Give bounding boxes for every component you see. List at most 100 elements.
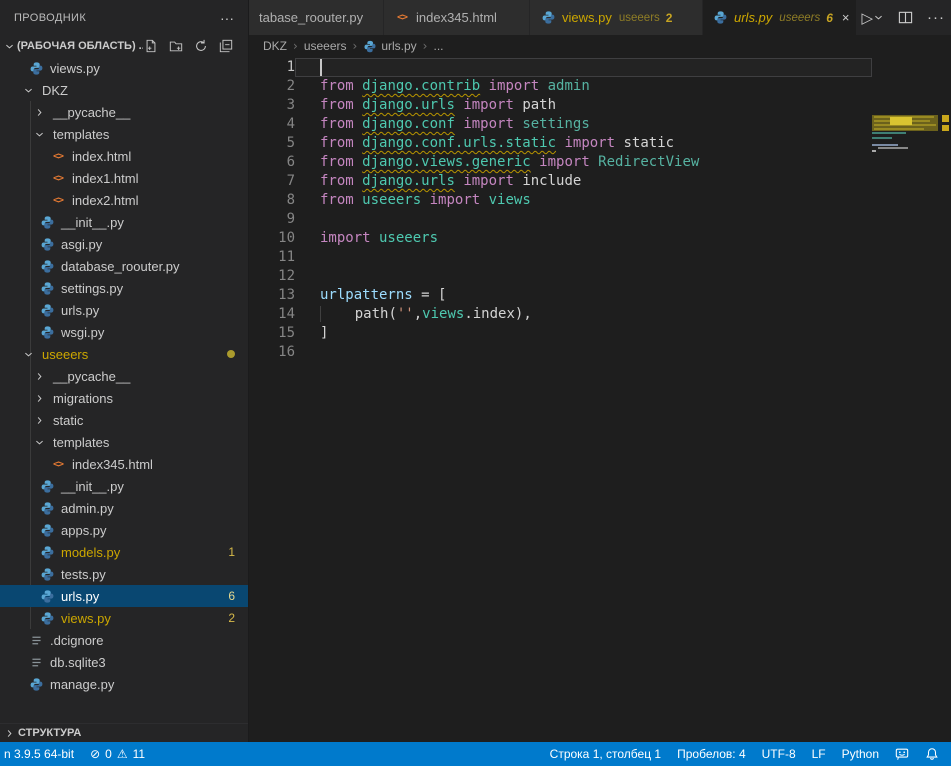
breadcrumb-more[interactable]: ...	[433, 39, 443, 53]
tree-item-label: manage.py	[50, 677, 114, 692]
code-line-9[interactable]	[295, 210, 872, 229]
tree-item--dcignore[interactable]: .dcignore	[0, 629, 248, 651]
tree-item-models-py[interactable]: models.py1	[0, 541, 248, 563]
split-editor-icon[interactable]	[898, 10, 913, 25]
code-token: import	[463, 116, 514, 132]
tree-item-tests-py[interactable]: tests.py	[0, 563, 248, 585]
code-token: from	[320, 173, 362, 189]
code-line-12[interactable]	[295, 267, 872, 286]
code-token: import	[564, 135, 615, 151]
tree-folder-static[interactable]: static	[0, 409, 248, 431]
workspace-section-header[interactable]: (РАБОЧАЯ ОБЛАСТЬ) ...	[0, 35, 248, 57]
line-number: 1	[249, 58, 295, 77]
tree-folder-dkz[interactable]: DKZ	[0, 79, 248, 101]
explorer-more-actions-icon[interactable]: ···	[220, 10, 234, 26]
code-token: path	[514, 97, 556, 113]
chevron-right-icon	[31, 415, 47, 426]
tree-item-views-py[interactable]: views.py	[0, 57, 248, 79]
code-line-3[interactable]: from django.urls import path	[295, 96, 872, 115]
code-line-7[interactable]: from django.urls import include	[295, 172, 872, 191]
tree-item-views-py[interactable]: views.py2	[0, 607, 248, 629]
tab-urls-py[interactable]: urls.pyuseeers6×	[703, 0, 857, 35]
code-line-13[interactable]: urlpatterns = [	[295, 286, 872, 305]
tree-item-label: __pycache__	[53, 105, 130, 120]
tree-item-index1-html[interactable]: <>index1.html	[0, 167, 248, 189]
code-line-1[interactable]	[295, 58, 872, 77]
file-icon	[28, 656, 44, 669]
minimap[interactable]	[872, 114, 938, 742]
cursor-position-status[interactable]: Строка 1, столбец 1	[542, 742, 669, 766]
tab-tabase-roouter-py[interactable]: tabase_roouter.py	[249, 0, 384, 35]
close-icon[interactable]: ×	[842, 10, 850, 25]
collapse-all-icon[interactable]	[218, 38, 234, 54]
tree-folder-templates[interactable]: templates	[0, 431, 248, 453]
code-line-15[interactable]: ]	[295, 324, 872, 343]
code-token: path	[355, 306, 389, 322]
tree-item-settings-py[interactable]: settings.py	[0, 277, 248, 299]
code-line-11[interactable]	[295, 248, 872, 267]
code-token: django.contrib	[362, 78, 480, 94]
tree-item-database-roouter-py[interactable]: database_roouter.py	[0, 255, 248, 277]
tree-item-asgi-py[interactable]: asgi.py	[0, 233, 248, 255]
tree-item-index2-html[interactable]: <>index2.html	[0, 189, 248, 211]
code-lines[interactable]: from django.contrib import adminfrom dja…	[295, 58, 872, 362]
code-line-14[interactable]: path('',views.index),	[295, 305, 872, 324]
run-button[interactable]: ▷	[861, 9, 884, 27]
refresh-icon[interactable]	[193, 38, 209, 54]
python-interpreter-status[interactable]: n 3.9.5 64-bit	[0, 742, 82, 766]
code-line-2[interactable]: from django.contrib import admin	[295, 77, 872, 96]
code-token: import	[430, 192, 481, 208]
code-line-4[interactable]: from django.conf import settings	[295, 115, 872, 134]
tree-item-index345-html[interactable]: <>index345.html	[0, 453, 248, 475]
tab-index345-html[interactable]: <>index345.html	[384, 0, 530, 35]
overview-ruler[interactable]	[941, 114, 951, 742]
breadcrumb-item-useeers[interactable]: useeers	[304, 39, 347, 53]
breadcrumb-item-urls-py[interactable]: urls.py	[363, 39, 416, 54]
eol-status[interactable]: LF	[804, 742, 834, 766]
outline-section-header[interactable]: СТРУКТУРА	[0, 723, 248, 742]
language-mode-status[interactable]: Python	[834, 742, 887, 766]
code-line-8[interactable]: from useeers import views	[295, 191, 872, 210]
tree-item-apps-py[interactable]: apps.py	[0, 519, 248, 541]
editor-more-actions-icon[interactable]: ···	[927, 9, 945, 26]
code-line-10[interactable]: import useeers	[295, 229, 872, 248]
encoding-status[interactable]: UTF-8	[754, 742, 804, 766]
indentation-status[interactable]: Пробелов: 4	[669, 742, 754, 766]
tree-item--init-py[interactable]: __init__.py	[0, 211, 248, 233]
run-icon: ▷	[861, 9, 873, 27]
notifications-bell-icon[interactable]	[917, 742, 947, 766]
tree-item-urls-py[interactable]: urls.py6	[0, 585, 248, 607]
tree-folder--pycache-[interactable]: __pycache__	[0, 101, 248, 123]
problems-status[interactable]: ⊘ 0 ⚠ 11	[82, 742, 153, 766]
tree-folder-useeers[interactable]: useeers	[0, 343, 248, 365]
breadcrumb: DKZ›useeers› urls.py›...	[249, 35, 951, 57]
tree-item-urls-py[interactable]: urls.py	[0, 299, 248, 321]
problems-count-badge: 2	[228, 611, 235, 625]
tree-item--init-py[interactable]: __init__.py	[0, 475, 248, 497]
tree-item-manage-py[interactable]: manage.py	[0, 673, 248, 695]
tree-folder--pycache-[interactable]: __pycache__	[0, 365, 248, 387]
new-folder-icon[interactable]	[168, 38, 184, 54]
feedback-icon[interactable]	[887, 742, 917, 766]
tree-item-db-sqlite3[interactable]: db.sqlite3	[0, 651, 248, 673]
code-token: .index	[464, 306, 515, 322]
chevron-right-icon	[31, 393, 47, 404]
code-line-6[interactable]: from django.views.generic import Redirec…	[295, 153, 872, 172]
tree-folder-templates[interactable]: templates	[0, 123, 248, 145]
tab-views-py[interactable]: views.pyuseeers2	[530, 0, 703, 35]
python-icon	[39, 303, 55, 318]
code-token: from	[320, 78, 362, 94]
tree-item-admin-py[interactable]: admin.py	[0, 497, 248, 519]
tree-item-index-html[interactable]: <>index.html	[0, 145, 248, 167]
tree-folder-migrations[interactable]: migrations	[0, 387, 248, 409]
code-line-16[interactable]	[295, 343, 872, 362]
tree-item-wsgi-py[interactable]: wsgi.py	[0, 321, 248, 343]
new-file-icon[interactable]	[143, 38, 159, 54]
python-icon	[39, 237, 55, 252]
html-icon: <>	[394, 12, 410, 23]
code-token	[531, 154, 539, 170]
breadcrumb-item-dkz[interactable]: DKZ	[263, 39, 287, 53]
python-icon	[540, 10, 556, 25]
breadcrumb-label: urls.py	[381, 39, 416, 53]
code-line-5[interactable]: from django.conf.urls.static import stat…	[295, 134, 872, 153]
